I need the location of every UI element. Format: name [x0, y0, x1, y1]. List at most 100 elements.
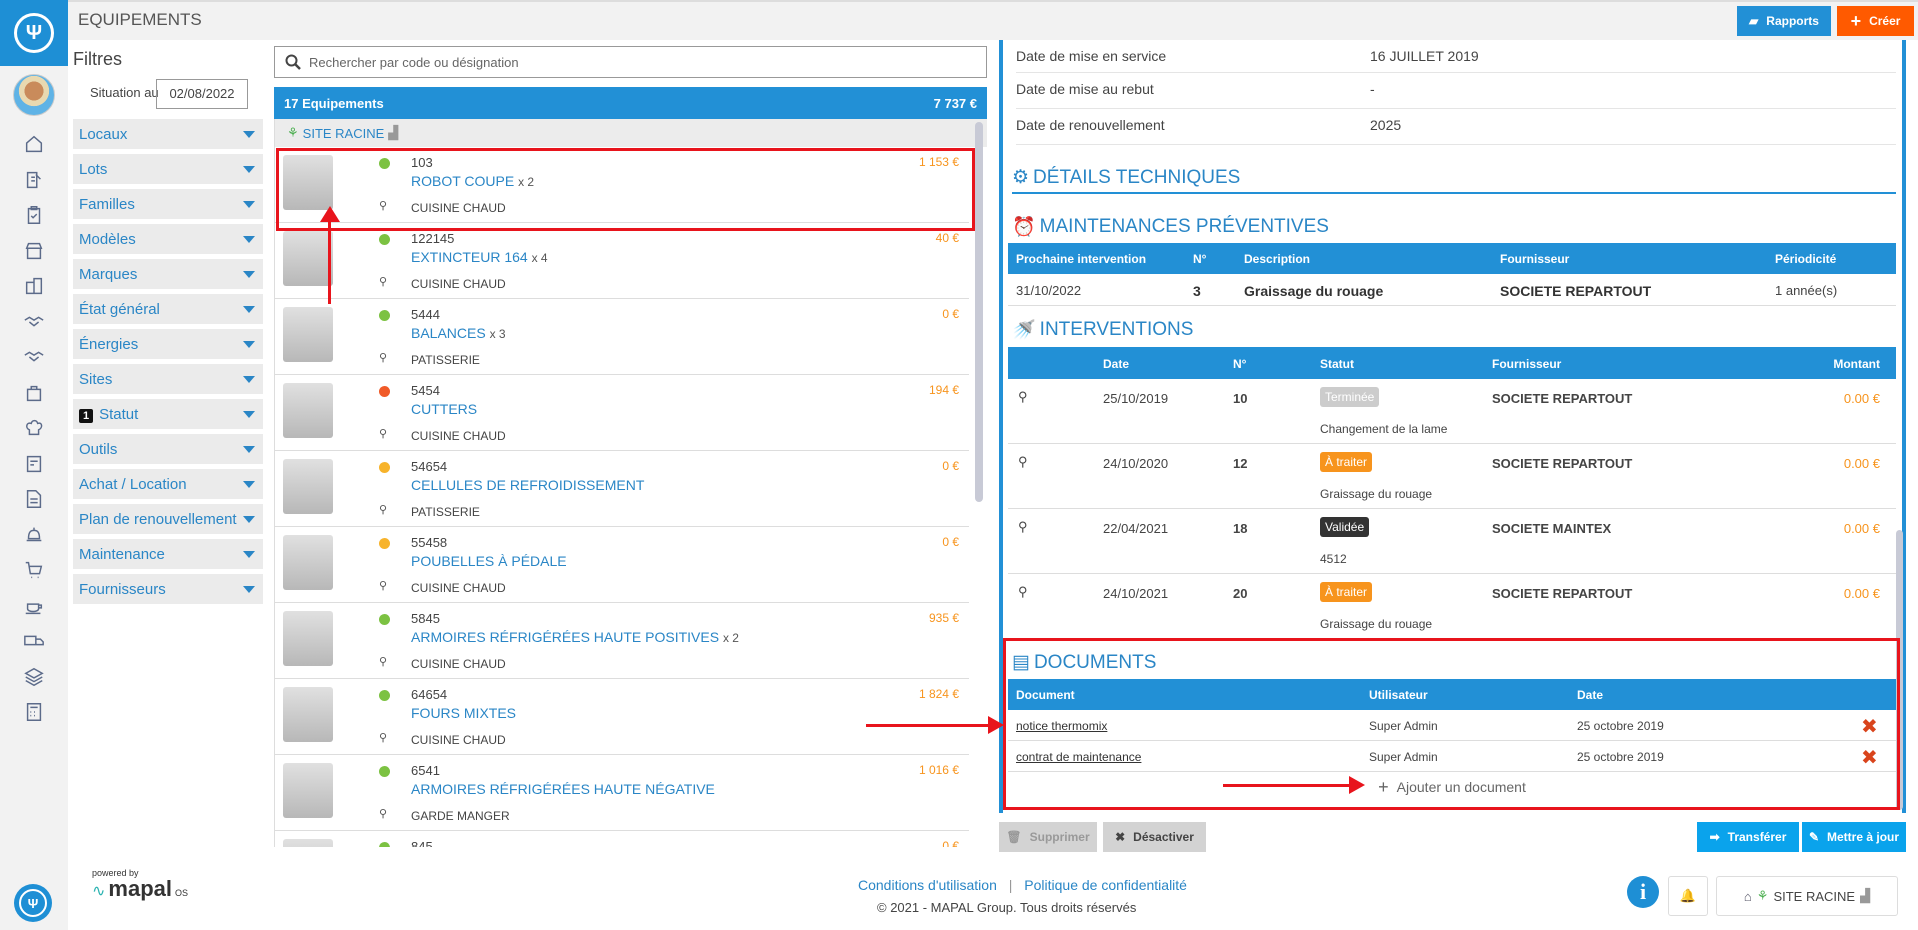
equipment-item[interactable]: 54654 CELLULES DE REFROIDISSEMENT ⚲ PATISS… — [275, 451, 969, 527]
list-scrollbar[interactable] — [975, 122, 983, 502]
equipment-item[interactable]: 5845 ARMOIRES RÉFRIGÉRÉES HAUTE POSITIVES… — [275, 603, 969, 679]
transfer-button[interactable]: ➡ Transférer — [1697, 822, 1799, 852]
intervention-amount: 0.00 € — [1843, 521, 1880, 536]
filter-maintenance[interactable]: Maintenance — [73, 539, 263, 569]
bell-icon — [26, 527, 42, 541]
equipment-item[interactable]: 122145 EXTINCTEUR 164 x 4 ⚲ CUISINE CHAUD 40… — [275, 223, 969, 299]
intervention-row[interactable]: ⚲ 22/04/2021 18 Validée 4512 SOCIETE MAINTEX 0… — [1008, 509, 1896, 574]
filter-lots[interactable]: Lots — [73, 154, 263, 184]
equipment-name-link[interactable]: FOURS MIXTES — [411, 705, 516, 721]
rapports-button[interactable]: ▰ Rapports — [1737, 6, 1831, 36]
situation-date-input[interactable]: 02/08/2022 — [156, 79, 248, 109]
equipment-name-link[interactable]: ARMOIRES RÉFRIGÉRÉES HAUTE NÉGATIVE — [411, 781, 715, 797]
nav-item[interactable] — [22, 523, 46, 547]
maintenance-cell: SOCIETE REPARTOUT — [1500, 283, 1652, 299]
search-input[interactable]: Rechercher par code ou désignation — [274, 46, 987, 78]
deactivate-label: Désactiver — [1133, 830, 1194, 844]
highlight-box-item — [276, 148, 975, 231]
equipment-item[interactable]: 55458 POUBELLES À PÉDALE ⚲ CUISINE CHAUD 0 … — [275, 527, 969, 603]
equipment-name-link[interactable]: BALANCES x 3 — [411, 325, 506, 341]
filter-sites[interactable]: Sites — [73, 364, 263, 394]
nav-item[interactable] — [22, 452, 46, 476]
filter-familles[interactable]: Familles — [73, 189, 263, 219]
filter-locaux[interactable]: Locaux — [73, 119, 263, 149]
filter-fournisseurs[interactable]: Fournisseurs — [73, 574, 263, 604]
interventions-title: INTERVENTIONS — [1039, 319, 1194, 340]
equipment-item[interactable]: 5454 CUTTERS ⚲ CUISINE CHAUD 194 € — [275, 375, 969, 451]
annotation-arrow-up — [328, 218, 331, 304]
filter-état-général[interactable]: État général — [73, 294, 263, 324]
nav-item[interactable] — [22, 416, 46, 440]
filter-label-text: Achat / Location — [79, 475, 187, 493]
status-badge: Validée — [1320, 517, 1370, 537]
app-logo-bottom[interactable]: Ψ — [14, 884, 52, 922]
edit-icon — [26, 171, 41, 188]
equipment-code: 5444 — [411, 307, 440, 322]
equipment-item[interactable]: 6541 ARMOIRES RÉFRIGÉRÉES HAUTE NÉGATIVE … — [275, 755, 969, 831]
maintenance-cell: Graissage du rouage — [1244, 283, 1384, 299]
equipment-code: 64654 — [411, 687, 448, 702]
nav-item[interactable] — [22, 594, 46, 618]
detail-value: 2025 — [1370, 117, 1402, 133]
filter-marques[interactable]: Marques — [73, 259, 263, 289]
nav-item[interactable] — [22, 700, 46, 724]
intervention-row[interactable]: ⚲ 24/10/2020 12 À traiter Graissage du rouag… — [1008, 444, 1896, 509]
arrow-right-icon: ➡ — [1709, 830, 1720, 844]
intervention-row[interactable]: ⚲ 25/10/2019 10 Terminée Changement de la la… — [1008, 379, 1896, 444]
nav-item[interactable] — [22, 132, 46, 156]
equipment-item[interactable]: 845EXTINCTEUR 148 x 20 € — [275, 831, 969, 847]
nav-item[interactable] — [22, 239, 46, 263]
update-button[interactable]: ✎ Mettre à jour — [1802, 822, 1906, 852]
equipment-item[interactable]: 64654 FOURS MIXTES ⚲ CUISINE CHAUD 1 824 € — [275, 679, 969, 755]
nav-item[interactable] — [22, 168, 46, 192]
privacy-link[interactable]: Politique de confidentialité — [1024, 877, 1187, 893]
column-header: Fournisseur — [1500, 252, 1570, 266]
deactivate-button[interactable]: ✖ Désactiver — [1103, 822, 1206, 852]
checklist-icon — [26, 455, 42, 472]
nav-item[interactable] — [22, 345, 46, 369]
equipment-name-link[interactable]: CELLULES DE REFROIDISSEMENT — [411, 477, 644, 493]
filter-achat-location[interactable]: Achat / Location — [73, 469, 263, 499]
search-placeholder: Rechercher par code ou désignation — [309, 54, 519, 70]
filter-énergies[interactable]: Énergies — [73, 329, 263, 359]
notification-button[interactable]: 🔔 — [1668, 876, 1708, 916]
equipment-thumbnail — [283, 383, 333, 438]
equipment-code: 5454 — [411, 383, 440, 398]
intervention-amount: 0.00 € — [1843, 456, 1880, 471]
technical-details-heading[interactable]: ⚙ DÉTAILS TECHNIQUES — [1012, 166, 1240, 189]
delete-button[interactable]: 🗑 Supprimer — [999, 822, 1097, 852]
app-logo[interactable]: Ψ — [0, 0, 68, 66]
equipment-price: 935 € — [928, 611, 959, 625]
equipment-name-link[interactable]: CUTTERS — [411, 401, 477, 417]
equipment-name-link[interactable]: POUBELLES À PÉDALE — [411, 553, 567, 569]
nav-item[interactable] — [22, 558, 46, 582]
avatar[interactable] — [13, 74, 55, 116]
bell-icon: 🔔 — [1679, 888, 1697, 903]
nav-item[interactable] — [22, 274, 46, 298]
equipment-item[interactable]: 5444 BALANCES x 3 ⚲ PATISSERIE 0 € — [275, 299, 969, 375]
filter-outils[interactable]: Outils — [73, 434, 263, 464]
filter-modèles[interactable]: Modèles — [73, 224, 263, 254]
nav-item[interactable] — [22, 629, 46, 653]
filter-statut[interactable]: 1 Statut — [73, 399, 263, 429]
filter-plan-de-renouvellement[interactable]: Plan de renouvellement — [73, 504, 263, 534]
intervention-row[interactable]: ⚲ 24/10/2021 20 À traiter Graissage du rouag… — [1008, 574, 1896, 639]
nav-item[interactable] — [22, 665, 46, 689]
equipment-code: 54654 — [411, 459, 448, 474]
calendar-clock-icon: ⏰ — [1012, 217, 1036, 238]
conditions-link[interactable]: Conditions d'utilisation — [858, 877, 997, 893]
nav-item[interactable] — [22, 310, 46, 334]
intervention-note: Changement de la lame — [1320, 422, 1448, 436]
equipment-name-link[interactable]: EXTINCTEUR 164 x 4 — [411, 249, 548, 265]
create-button[interactable]: + Créer — [1837, 6, 1914, 36]
equipment-qty: x 2 — [722, 631, 739, 645]
equipment-name-link[interactable]: ARMOIRES RÉFRIGÉRÉES HAUTE POSITIVES x 2 — [411, 629, 739, 645]
update-label: Mettre à jour — [1827, 830, 1900, 844]
site-selector[interactable]: ⌂ ⚘ SITE RACINE ▟ — [1716, 876, 1898, 916]
nav-item[interactable] — [22, 487, 46, 511]
maintenance-row[interactable]: 31/10/2022 3 Graissage du rouage SOCIETE RE… — [1008, 274, 1896, 306]
nav-item[interactable] — [22, 381, 46, 405]
info-icon[interactable]: i — [1627, 876, 1659, 908]
nav-item[interactable] — [22, 203, 46, 227]
site-group-row[interactable]: ⚘ SITE RACINE ▟ — [275, 119, 987, 147]
